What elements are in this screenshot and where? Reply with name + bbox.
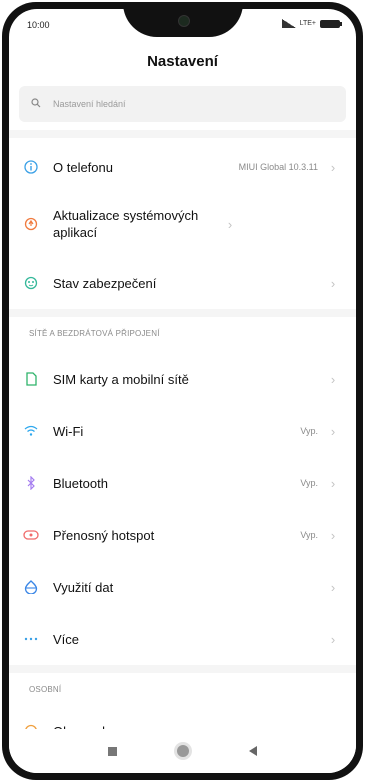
settings-item-security[interactable]: Stav zabezpečení › <box>9 261 356 305</box>
sim-icon <box>9 372 53 386</box>
camera-notch <box>122 9 243 37</box>
chevron-right-icon: › <box>330 631 336 647</box>
update-icon <box>9 217 53 231</box>
section-label-personal: OSOBNÍ <box>29 685 62 694</box>
section-divider <box>9 130 356 138</box>
search-icon <box>31 97 49 111</box>
settings-item-more[interactable]: Více › <box>9 617 356 661</box>
settings-item-bluetooth[interactable]: Bluetooth Vyp. › <box>9 461 356 505</box>
settings-item-wifi[interactable]: Wi-Fi Vyp. › <box>9 409 356 453</box>
recent-apps-button[interactable] <box>108 746 117 756</box>
chevron-right-icon: › <box>330 475 336 491</box>
chevron-right-icon: › <box>330 579 336 595</box>
page-title: Nastavení <box>147 53 218 70</box>
settings-item-label: Bluetooth <box>53 475 108 491</box>
settings-item-label: Aktualizace systémových aplikací <box>53 208 199 240</box>
more-icon <box>9 637 53 641</box>
back-button[interactable] <box>249 746 257 756</box>
shield-icon <box>9 276 53 290</box>
chevron-right-icon: › <box>330 371 336 387</box>
settings-item-hotspot[interactable]: Přenosný hotspot Vyp. › <box>9 513 356 557</box>
status-icons: LTE+ <box>281 19 342 28</box>
camera-icon <box>177 15 190 27</box>
settings-item-value: MIUI Global 10.3.11 <box>238 162 318 172</box>
settings-item-label: O telefonu <box>53 159 113 175</box>
settings-item-data-usage[interactable]: Využití dat › <box>9 565 356 609</box>
section-label-connections: SÍTĚ A BEZDRÁTOVÁ PŘIPOJENÍ <box>29 329 160 338</box>
status-time: 10:00 <box>27 20 50 30</box>
info-icon <box>9 160 53 174</box>
settings-item-label: Přenosný hotspot <box>53 527 155 543</box>
settings-item-value: Vyp. <box>300 478 318 488</box>
search-placeholder: Nastavení hledání <box>53 99 126 109</box>
section-divider <box>9 309 356 317</box>
search-bar[interactable]: Nastavení hledání <box>19 86 346 122</box>
wifi-icon <box>9 425 53 437</box>
chevron-right-icon: › <box>330 159 336 175</box>
phone-frame: 10:00 LTE+ Nastavení Nastavení hledání O… <box>2 2 363 780</box>
settings-item-label: SIM karty a mobilní sítě <box>53 371 189 387</box>
hotspot-icon <box>9 530 53 540</box>
settings-item-value: Vyp. <box>300 426 318 436</box>
settings-item-value: Vyp. <box>300 530 318 540</box>
settings-item-sim[interactable]: SIM karty a mobilní sítě › <box>9 357 356 401</box>
data-usage-icon <box>9 580 53 594</box>
navigation-bar <box>9 729 356 773</box>
section-divider <box>9 665 356 673</box>
settings-item-label: Více <box>53 631 80 647</box>
settings-item-about[interactable]: O telefonu MIUI Global 10.3.11 › <box>9 145 356 189</box>
chevron-right-icon: › <box>330 275 336 291</box>
settings-item-updates[interactable]: Aktualizace systémových aplikací › <box>9 195 356 253</box>
settings-item-label: Wi-Fi <box>53 423 84 439</box>
battery-icon <box>320 19 342 28</box>
chevron-right-icon: › <box>330 423 336 439</box>
chevron-right-icon: › <box>227 216 233 232</box>
signal-icon <box>281 19 296 28</box>
home-button[interactable] <box>177 745 189 757</box>
network-type: LTE+ <box>299 20 316 27</box>
screen: 10:00 LTE+ Nastavení Nastavení hledání O… <box>9 9 356 773</box>
settings-item-label: Využití dat <box>53 579 114 595</box>
status-bar: 10:00 LTE+ <box>9 9 356 43</box>
bluetooth-icon <box>9 476 53 490</box>
settings-item-label: Stav zabezpečení <box>53 275 157 291</box>
chevron-right-icon: › <box>330 527 336 543</box>
